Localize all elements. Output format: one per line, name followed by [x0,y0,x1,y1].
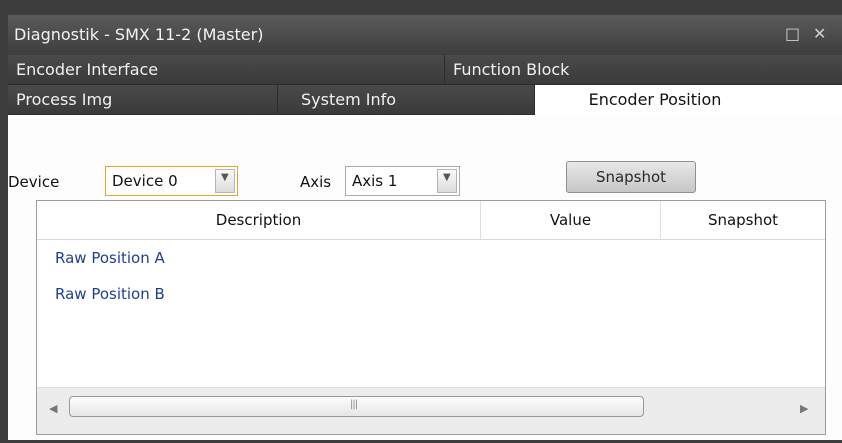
tab-encoder-interface[interactable]: Encoder Interface [8,55,445,85]
title-bar: Diagnostik - SMX 11-2 (Master) □ ✕ [8,15,842,55]
window-title: Diagnostik - SMX 11-2 (Master) [14,25,264,44]
dropdown-arrow-icon[interactable]: ▼ [215,169,235,193]
table-row[interactable]: Raw Position A [37,241,825,277]
tab-label: System Info [301,90,397,109]
scroll-left-icon[interactable]: ◀ [49,402,57,415]
tab-process-img[interactable]: Process Img [8,85,278,115]
encoder-position-panel: Device Device 0 ▼ Axis Axis 1 ▼ Snapshot… [8,115,842,440]
tab-row-2: Process Img System Info Encoder Position [8,85,842,115]
tab-function-block[interactable]: Function Block [445,55,842,85]
tab-label: Process Img [16,90,113,109]
dropdown-arrow-icon[interactable]: ▼ [437,169,457,193]
tab-system-info[interactable]: System Info [278,85,535,115]
axis-label: Axis [300,173,332,191]
tab-row-1: Encoder Interface Function Block [8,55,842,85]
table-header: Description Value Snapshot [37,201,825,240]
position-table: Description Value Snapshot Raw Position … [36,200,826,435]
tab-encoder-position[interactable]: Encoder Position [535,85,775,115]
column-header-description[interactable]: Description [37,201,480,239]
table-row[interactable]: Raw Position B [37,277,825,313]
scrollbar-thumb[interactable]: ||| [69,396,644,417]
tab-label: Function Block [453,60,570,79]
device-select-value: Device 0 [112,172,178,190]
tab-label: Encoder Interface [16,60,159,79]
device-label: Device [8,173,60,191]
column-header-snapshot[interactable]: Snapshot [660,201,825,239]
row-description: Raw Position B [55,285,165,303]
row-description: Raw Position A [55,249,165,267]
tab-row-filler [775,85,842,115]
device-select[interactable]: Device 0 ▼ [105,166,238,196]
axis-select-value: Axis 1 [352,172,398,190]
grip-icon: ||| [350,399,358,410]
horizontal-scrollbar[interactable]: ◀ ||| ▶ [37,387,825,434]
scroll-right-icon[interactable]: ▶ [800,402,808,415]
close-icon[interactable]: ✕ [813,24,826,43]
snapshot-button[interactable]: Snapshot [566,161,696,193]
maximize-icon[interactable]: □ [785,24,800,43]
diagnostik-window: Diagnostik - SMX 11-2 (Master) □ ✕ Encod… [8,15,842,440]
axis-select[interactable]: Axis 1 ▼ [345,166,460,196]
tab-label: Encoder Position [588,90,722,109]
column-header-value[interactable]: Value [480,201,660,239]
